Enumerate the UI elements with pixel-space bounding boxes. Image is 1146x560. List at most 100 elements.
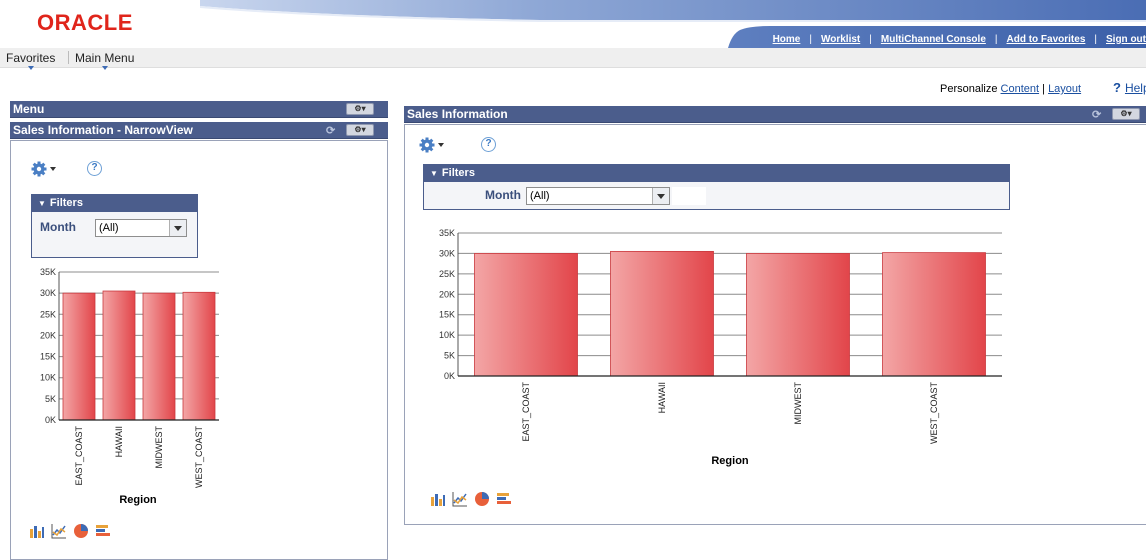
sign-out-link[interactable]: Sign out: [1106, 34, 1146, 45]
wide-bar-chart: 0K 5K 10K 15K 20K 25K 30K 35K EAST_COAST HAWAII MI…: [439, 228, 1002, 467]
refresh-icon[interactable]: ⟳: [326, 123, 335, 140]
x-category-label: EAST_COAST: [74, 425, 84, 485]
x-category-label: HAWAII: [114, 426, 124, 457]
y-tick-label: 35K: [439, 228, 455, 238]
line-chart-icon[interactable]: [452, 491, 468, 507]
narrow-month-value: (All): [99, 222, 119, 234]
nav-divider: [68, 51, 69, 64]
narrow-filters-header[interactable]: ▼ Filters: [32, 195, 197, 212]
help-icon[interactable]: ?: [1113, 80, 1121, 95]
dropdown-arrow-icon: [169, 220, 186, 236]
bar-west-coast: [182, 291, 216, 421]
y-tick-label: 15K: [40, 352, 56, 362]
favorites-menu[interactable]: Favorites: [6, 51, 55, 70]
help-link-area: ? Help: [1113, 80, 1146, 95]
wide-filters-label: Filters: [441, 167, 475, 179]
y-tick-label: 5K: [45, 394, 56, 404]
menu-pagelet-header: Menu ⚙▾: [10, 101, 388, 118]
y-tick-label: 5K: [444, 351, 455, 361]
y-tick-label: 30K: [40, 288, 56, 298]
narrow-settings-gear-icon[interactable]: [31, 161, 57, 180]
pie-chart-icon[interactable]: [73, 523, 89, 539]
link-separator: |: [809, 33, 812, 45]
personalize-bar: Personalize Content | Layout: [940, 83, 1081, 95]
link-separator: |: [1094, 33, 1097, 45]
y-tick-label: 0K: [45, 415, 56, 425]
x-category-label: MIDWEST: [154, 426, 164, 469]
bar-east-coast: [474, 253, 578, 377]
main-navigation: Favorites Main Menu: [0, 48, 1146, 70]
main-menu-caret-icon: [101, 66, 108, 70]
bar-chart-icon[interactable]: [29, 523, 45, 539]
wide-month-select[interactable]: (All): [526, 187, 670, 205]
collapse-triangle-icon: ▼: [38, 199, 46, 208]
bar-chart-icon[interactable]: [430, 491, 446, 507]
horizontal-bar-chart-icon[interactable]: [496, 491, 512, 507]
pie-chart-icon[interactable]: [474, 491, 490, 507]
wide-filters-header[interactable]: ▼ Filters: [424, 165, 1009, 182]
x-category-label: HAWAII: [657, 382, 667, 413]
favorites-caret-icon: [27, 66, 34, 70]
x-axis-title: Region: [711, 455, 749, 467]
personalize-layout-link[interactable]: Layout: [1048, 83, 1081, 95]
main-menu[interactable]: Main Menu: [75, 51, 135, 70]
personalize-content-link[interactable]: Content: [1001, 83, 1040, 95]
narrow-pagelet-options-button[interactable]: ⚙▾: [346, 124, 374, 136]
narrow-filters-label: Filters: [49, 197, 83, 209]
narrow-help-icon[interactable]: ?: [87, 161, 102, 176]
x-axis-title: Region: [119, 494, 157, 506]
x-category-label: MIDWEST: [793, 382, 803, 425]
y-tick-label: 25K: [439, 269, 455, 279]
link-separator: |: [994, 33, 998, 45]
y-tick-label: 0K: [444, 371, 455, 381]
narrow-chart-type-icons: [29, 523, 111, 539]
narrow-filters-panel: ▼ Filters Month (All): [31, 194, 198, 258]
narrow-month-select[interactable]: (All): [95, 219, 187, 237]
app-header: ORACLE Home | Worklist | MultiChannel Co…: [0, 0, 1146, 48]
select-spacer: [672, 187, 706, 205]
bar-hawaii: [610, 250, 714, 377]
y-tick-label: 10K: [439, 330, 455, 340]
narrow-month-label: Month: [40, 220, 76, 234]
wide-pagelet-options-button[interactable]: ⚙▾: [1112, 108, 1140, 120]
home-link[interactable]: Home: [773, 34, 801, 45]
main-menu-label: Main Menu: [75, 51, 135, 65]
multichannel-console-link[interactable]: MultiChannel Console: [881, 34, 986, 45]
wide-pagelet-title: Sales Information: [407, 107, 508, 121]
bar-west-coast: [882, 252, 986, 377]
wide-settings-gear-icon[interactable]: [419, 137, 445, 156]
personalize-separator: |: [1042, 83, 1045, 95]
y-tick-label: 20K: [439, 289, 455, 299]
add-to-favorites-link[interactable]: Add to Favorites: [1006, 34, 1085, 45]
menu-pagelet-options-button[interactable]: ⚙▾: [346, 103, 374, 115]
wide-pagelet-header: Sales Information ⟳ ⚙▾: [404, 106, 1146, 123]
worklist-link[interactable]: Worklist: [821, 34, 860, 45]
y-tick-label: 10K: [40, 373, 56, 383]
wide-chart-type-icons: [430, 491, 512, 507]
bar-midwest: [746, 253, 850, 377]
horizontal-bar-chart-icon[interactable]: [95, 523, 111, 539]
wide-filters-panel: ▼ Filters Month (All): [423, 164, 1010, 210]
collapse-triangle-icon: ▼: [430, 169, 438, 178]
refresh-icon[interactable]: ⟳: [1092, 107, 1101, 124]
x-category-label: WEST_COAST: [194, 426, 204, 489]
menu-pagelet-title: Menu: [13, 102, 45, 116]
link-separator: |: [869, 33, 872, 45]
narrow-pagelet-body: ? ▼ Filters Month (All) 0K 5K 10K 15K 20K 25K 3…: [10, 140, 388, 560]
y-tick-label: 25K: [40, 309, 56, 319]
wide-month-value: (All): [530, 190, 550, 202]
y-tick-label: 30K: [439, 248, 455, 258]
y-tick-label: 35K: [40, 267, 56, 277]
header-links: Home | Worklist | MultiChannel Console |…: [773, 32, 1146, 46]
bar-midwest: [142, 292, 176, 421]
help-link[interactable]: Help: [1125, 81, 1146, 95]
y-tick-label: 15K: [439, 310, 455, 320]
narrow-pagelet-header: Sales Information - NarrowView ⟳ ⚙▾: [10, 122, 388, 139]
wide-help-icon[interactable]: ?: [481, 137, 496, 152]
y-tick-label: 20K: [40, 330, 56, 340]
dropdown-arrow-icon: [652, 188, 669, 204]
line-chart-icon[interactable]: [51, 523, 67, 539]
oracle-logo: ORACLE: [37, 10, 133, 35]
x-category-label: WEST_COAST: [929, 382, 939, 445]
bar-east-coast: [62, 292, 96, 421]
